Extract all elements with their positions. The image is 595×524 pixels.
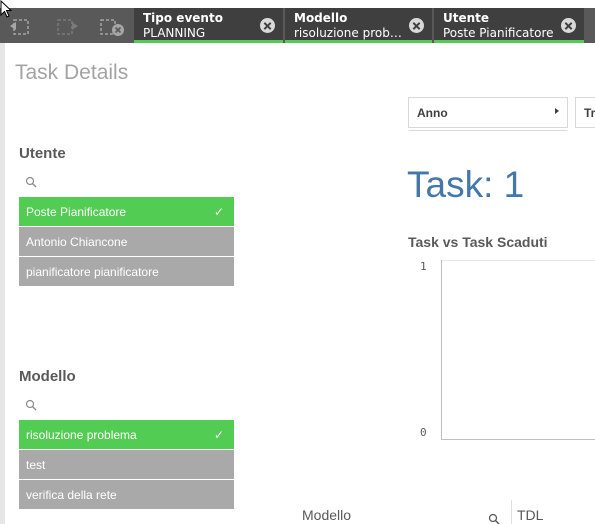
- y-tick-label: 0: [420, 426, 427, 439]
- sheet-border: [0, 43, 5, 524]
- arrow-right-icon: [555, 108, 559, 114]
- anno-filter-label: Anno: [417, 106, 448, 120]
- table-header-tdl[interactable]: TDL: [517, 507, 543, 523]
- chip-value-label: risoluzione probl...: [294, 26, 404, 40]
- next-filter[interactable]: Tr: [575, 97, 595, 128]
- task-kpi: Task: 1: [407, 164, 525, 205]
- close-icon[interactable]: [409, 18, 424, 33]
- anno-filter[interactable]: Anno: [408, 97, 568, 131]
- page-title: Task Details: [15, 61, 129, 84]
- next-filter-label: Tr: [584, 106, 595, 120]
- selection-chip-utente[interactable]: Utente Poste Pianificatore: [434, 8, 584, 43]
- utente-pane-title: Utente: [19, 145, 66, 162]
- checkmark-icon: ✓: [213, 205, 224, 219]
- checkmark-icon: ✓: [213, 428, 224, 442]
- modello-item-risoluzione-problema[interactable]: risoluzione problema ✓: [19, 420, 234, 450]
- utente-list: Poste Pianificatore ✓ Antonio Chiancone …: [19, 197, 234, 287]
- chip-value-label: Poste Pianificatore: [443, 26, 554, 40]
- list-item-label: risoluzione problema: [26, 428, 137, 442]
- list-item-label: Poste Pianificatore: [26, 205, 127, 219]
- list-item-label: Antonio Chiancone: [26, 235, 128, 249]
- y-tick-label: 1: [420, 260, 427, 273]
- chart-title: Task vs Task Scaduti: [408, 234, 548, 250]
- chip-field-label: Utente: [443, 11, 490, 25]
- modello-pane-title: Modello: [19, 368, 76, 385]
- table-header-modello[interactable]: Modello: [302, 507, 351, 523]
- close-icon[interactable]: [561, 18, 576, 33]
- search-icon: [25, 176, 37, 188]
- selection-back-icon[interactable]: [8, 16, 32, 38]
- chart-gridline: [441, 260, 595, 261]
- utente-item-antonio-chiancone[interactable]: Antonio Chiancone: [19, 227, 234, 257]
- search-icon: [25, 399, 37, 411]
- utente-search-input[interactable]: [19, 170, 234, 194]
- clear-selections-icon[interactable]: [100, 16, 124, 38]
- utente-item-pianificatore-pianificatore[interactable]: pianificatore pianificatore: [19, 257, 234, 287]
- chart-y-axis: [441, 260, 442, 440]
- column-divider: [511, 500, 512, 524]
- search-icon[interactable]: [488, 510, 500, 524]
- chip-value-label: PLANNING: [143, 26, 206, 40]
- modello-item-test[interactable]: test: [19, 450, 234, 480]
- modello-item-verifica-della-rete[interactable]: verifica della rete: [19, 480, 234, 510]
- modello-list: risoluzione problema ✓ test verifica del…: [19, 420, 234, 510]
- chip-field-label: Modello: [294, 11, 348, 25]
- mouse-cursor-icon: [0, 0, 12, 18]
- chart-x-axis: [441, 439, 595, 440]
- selection-chip-tipo-evento[interactable]: Tipo evento PLANNING: [134, 8, 283, 43]
- selection-chip-modello[interactable]: Modello risoluzione probl...: [285, 8, 432, 43]
- close-icon[interactable]: [260, 18, 275, 33]
- filter-underline: [409, 130, 567, 131]
- modello-search-input[interactable]: [19, 393, 234, 417]
- selection-forward-icon[interactable]: [56, 16, 80, 38]
- list-item-label: pianificatore pianificatore: [26, 265, 159, 279]
- list-item-label: test: [26, 458, 46, 472]
- selections-bar: Tipo evento PLANNING Modello risoluzione…: [0, 8, 595, 43]
- list-item-label: verifica della rete: [26, 488, 117, 502]
- utente-item-poste-pianificatore[interactable]: Poste Pianificatore ✓: [19, 197, 234, 227]
- chip-field-label: Tipo evento: [143, 11, 223, 25]
